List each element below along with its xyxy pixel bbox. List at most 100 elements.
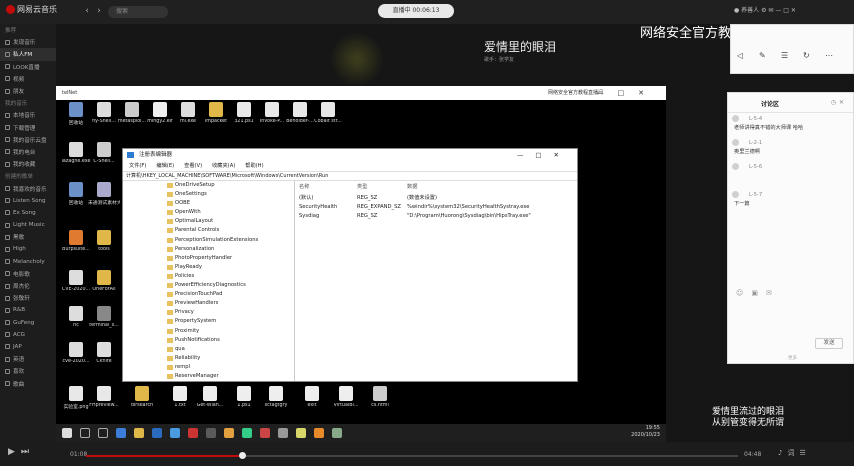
- menu-item[interactable]: 查看(V): [184, 163, 202, 169]
- tree-item[interactable]: PrecisionTouchPad: [123, 290, 294, 299]
- sidebar-item[interactable]: 张敬轩: [0, 292, 56, 304]
- tree-item[interactable]: PlayReady: [123, 263, 294, 272]
- app7-icon[interactable]: [314, 428, 324, 438]
- sidebar-item[interactable]: High: [0, 243, 56, 255]
- avatar[interactable]: [732, 139, 739, 146]
- desktop-icon[interactable]: tools: [88, 228, 120, 264]
- desktop-icon[interactable]: exit: [296, 384, 328, 420]
- sidebar-item[interactable]: 英语: [0, 353, 56, 365]
- sidebar-item[interactable]: 我的音乐云盘: [0, 134, 56, 146]
- app-icon[interactable]: [188, 428, 198, 438]
- sidebar-item[interactable]: 我的收藏: [0, 158, 56, 170]
- tree-item[interactable]: PhotoPropertyHandler: [123, 254, 294, 263]
- menu-item[interactable]: 帮助(H): [245, 163, 263, 169]
- sidebar-item[interactable]: 周杰伦: [0, 280, 56, 292]
- app4-icon[interactable]: [260, 428, 270, 438]
- close-icon[interactable]: ✕: [791, 7, 796, 14]
- regedit-window-controls[interactable]: —□✕: [517, 149, 571, 161]
- desktop-icon[interactable]: 1.txt: [164, 384, 196, 420]
- taskbar-clock[interactable]: 19:55 2020/10/23: [631, 425, 660, 439]
- desktop-icon[interactable]: Get-Wlan...: [194, 384, 226, 420]
- app6-icon[interactable]: [296, 428, 306, 438]
- sidebar-item[interactable]: 本地音乐: [0, 109, 56, 121]
- tab-discussion[interactable]: 讨论区: [761, 99, 779, 108]
- sidebar-item[interactable]: LOOK直播: [0, 61, 56, 73]
- desktop-icon[interactable]: dirsearch: [126, 384, 158, 420]
- lyrics-toggle-icon[interactable]: 词: [787, 449, 799, 457]
- share-icon[interactable]: ◁: [737, 51, 743, 60]
- sidebar-item[interactable]: R&B: [0, 304, 56, 316]
- list-icon[interactable]: ☰: [781, 51, 788, 60]
- desktop-icon[interactable]: FHpreview...: [88, 384, 120, 420]
- sidebar-item[interactable]: 歌曲: [0, 377, 56, 389]
- sidebar-item[interactable]: Listen Song: [0, 195, 56, 207]
- edge-icon[interactable]: [116, 428, 126, 438]
- tree-item[interactable]: Policies: [123, 272, 294, 281]
- desktop-icon[interactable]: terminal_s...: [88, 304, 120, 340]
- app8-icon[interactable]: [332, 428, 342, 438]
- desktop-icon[interactable]: 1.ps1: [228, 384, 260, 420]
- address-bar[interactable]: 计算机\HKEY_LOCAL_MACHINE\SOFTWARE\Microsof…: [123, 171, 577, 181]
- tree-item[interactable]: qua: [123, 345, 294, 354]
- sidebar-item[interactable]: 发现音乐: [0, 36, 56, 48]
- chat-tools[interactable]: ◷✕: [831, 99, 847, 106]
- menu-item[interactable]: 编辑(E): [156, 163, 174, 169]
- send-button[interactable]: 发送: [815, 338, 843, 349]
- col-type[interactable]: 类型: [357, 183, 367, 192]
- tree-item[interactable]: rempl: [123, 363, 294, 372]
- more-icon[interactable]: ⋯: [825, 51, 833, 60]
- app2-icon[interactable]: [224, 428, 234, 438]
- tree-item[interactable]: Personalization: [123, 245, 294, 254]
- start-icon[interactable]: [62, 428, 72, 438]
- refresh-icon[interactable]: ↻: [803, 51, 810, 60]
- sidebar-item[interactable]: 我的电台: [0, 146, 56, 158]
- window-controls[interactable]: —□✕: [597, 86, 658, 100]
- sidebar-item[interactable]: ACG: [0, 329, 56, 341]
- desktop-icon[interactable]: VirtualBi...: [330, 384, 362, 420]
- tree-item[interactable]: Privacy: [123, 308, 294, 317]
- tree-item[interactable]: OneSettings: [123, 190, 294, 199]
- store-icon[interactable]: [152, 428, 162, 438]
- desktop-icon[interactable]: 未通测试素材大师.png: [88, 180, 120, 216]
- tree-item[interactable]: OptimalLayout: [123, 217, 294, 226]
- terminal-icon[interactable]: [206, 428, 216, 438]
- tree-item[interactable]: OpenWith: [123, 208, 294, 217]
- desktop-icon[interactable]: cs.html: [364, 384, 396, 420]
- col-name[interactable]: 名称: [299, 183, 309, 192]
- playlist-icon[interactable]: ☰: [799, 449, 810, 457]
- back-icon[interactable]: ‹: [82, 6, 92, 16]
- avatar[interactable]: [732, 163, 739, 170]
- menu-item[interactable]: 收藏夹(A): [212, 163, 235, 169]
- username[interactable]: 养善人: [741, 7, 759, 14]
- next-icon[interactable]: ⏭: [21, 447, 35, 457]
- user-area[interactable]: ● 养善人 ⚙ ✉ — □ ✕: [734, 4, 850, 18]
- search-icon[interactable]: [80, 428, 90, 438]
- desktop-icon[interactable]: Cobalt str...: [312, 100, 344, 136]
- sidebar-item[interactable]: Ex Song: [0, 207, 56, 219]
- sidebar-item[interactable]: Melancholy: [0, 256, 56, 268]
- registry-value-row[interactable]: SecurityHealth REG_EXPAND_SZ %windir%\syst…: [299, 203, 574, 212]
- search-input[interactable]: 搜索: [108, 6, 168, 18]
- app3-icon[interactable]: [242, 428, 252, 438]
- avatar[interactable]: ●: [734, 7, 739, 14]
- tree-item[interactable]: Proximity: [123, 327, 294, 336]
- stream-tab[interactable]: telNet: [62, 90, 77, 96]
- tree-item[interactable]: PowerEfficiencyDiagnostics: [123, 281, 294, 290]
- desktop-icon[interactable]: sctagtgry: [260, 384, 292, 420]
- minimize-icon[interactable]: —: [775, 7, 781, 14]
- sidebar-item[interactable]: JAP: [0, 341, 56, 353]
- maximize-icon[interactable]: □: [783, 7, 789, 14]
- tree-item[interactable]: Parental Controls: [123, 226, 294, 235]
- sidebar-item[interactable]: 电影歌: [0, 268, 56, 280]
- sidebar-item[interactable]: GuFeng: [0, 317, 56, 329]
- col-data[interactable]: 数据: [407, 183, 417, 192]
- avatar[interactable]: [732, 115, 739, 122]
- chat-input-tools[interactable]: ☺▣✉: [736, 289, 780, 297]
- desktop-icon[interactable]: C-Shell...: [88, 140, 120, 176]
- forward-icon[interactable]: ›: [94, 6, 104, 16]
- play-icon[interactable]: ▶: [8, 447, 21, 457]
- sidebar-item[interactable]: 私人FM: [0, 48, 56, 61]
- sidebar-item[interactable]: 黑歌: [0, 231, 56, 243]
- tree-item[interactable]: OneDriveSetup: [123, 181, 294, 190]
- menu-item[interactable]: 文件(F): [129, 163, 146, 169]
